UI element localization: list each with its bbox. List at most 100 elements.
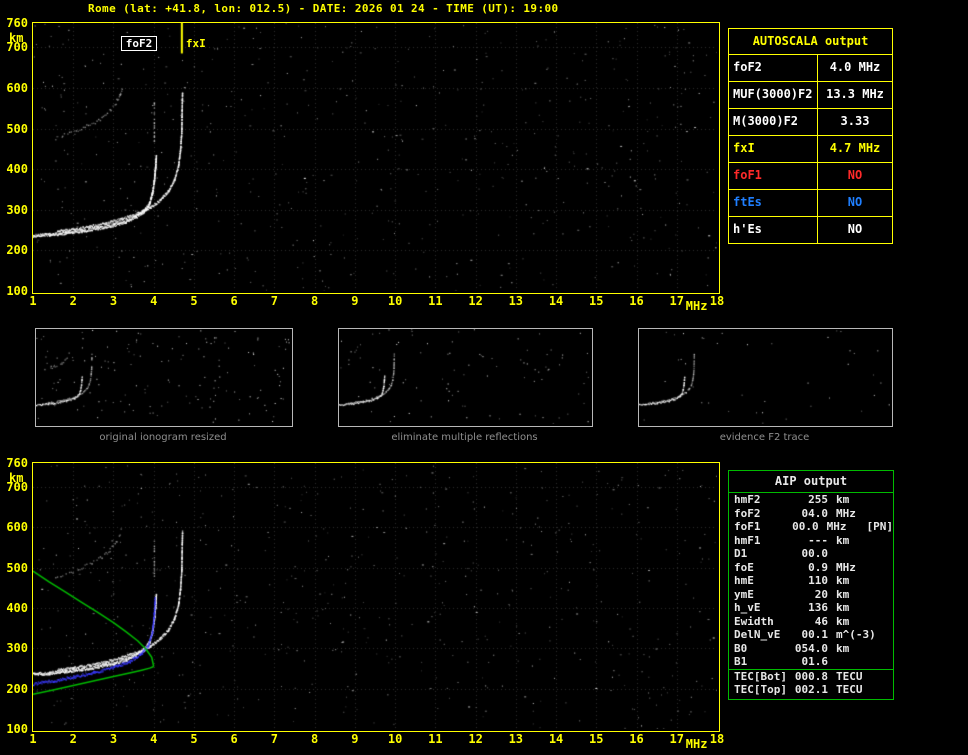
bottom-ionogram-x-tick-label: 3 [109,732,118,746]
aip-unit-cell: m^(-3) [836,628,876,641]
aip-extra-cell [878,683,893,697]
aip-param-cell: D1 [734,547,748,560]
aip-value-cell: 01.6 [801,655,829,668]
aip-unit-cell: km [836,493,850,506]
autoscala-table-row: ftEs NO [729,190,892,217]
aip-param-cell: foF1 [734,520,761,533]
autoscala-value-cell: 3.33 [840,114,870,128]
top-ionogram-x-tick-label: 8 [311,294,319,308]
aip-value-cell: 04.0 [801,506,829,520]
aip-extra-cell [878,534,893,548]
top-ionogram-x-tick-label: 7 [270,294,279,308]
autoscala-param-cell: M(3000)F2 [729,109,818,135]
autoscala-app-screen: Rome (lat: +41.8, lon: 012.5) - DATE: 20… [0,0,968,755]
autoscala-value-cell: 4.0 MHz [829,60,881,74]
aip-value-cell: 00.1 [801,628,829,641]
top-ionogram-y-tick-label: 500 [6,121,28,136]
bottom-ionogram-x-tick-label: 4 [150,732,158,746]
aip-param-cell: hmF2 [734,493,761,506]
bottom-ionogram-x-tick-label: 11 [428,732,443,746]
bottom-ionogram-x-tick-label: 13 [508,732,524,746]
aip-value-cell: 136 [808,601,828,614]
autoscala-param-cell: fxI [729,136,818,162]
aip-unit-cell: TECU [836,683,863,696]
page-title: Rome (lat: +41.8, lon: 012.5) - DATE: 20… [88,2,559,15]
bottom-ionogram-panel [32,462,720,732]
aip-value-cell: 20 [814,587,828,601]
aip-param-cell: TEC[Top] [734,683,787,696]
autoscala-value-cell: NO [847,168,863,182]
aip-unit-cell: MHz [836,506,856,520]
aip-value-cell: 000.8 [794,669,828,683]
aip-extra-cell [878,655,893,669]
autoscala-value-cell: NO [847,222,863,236]
aip-unit-cell [828,547,878,561]
aip-unit-cell: km [836,587,850,601]
aip-param-cell: Ewidth [734,614,774,628]
bottom-ionogram-x-tick-label: 9 [351,732,359,746]
thumbnail-caption-2: eliminate multiple reflections [391,432,538,443]
bottom-ionogram-y-tick-label: 760 [6,456,28,470]
aip-unit-cell: km [836,533,850,547]
aip-param-cell: ymE [734,587,754,601]
aip-value-cell: 46 [814,614,828,628]
bottom-ionogram-x-axis-unit: MHz [685,737,708,751]
thumbnail-canvas-2 [339,329,590,424]
aip-table-row: B1 01.6 [729,655,893,669]
bottom-ionogram-y-tick-label: 600 [6,520,28,535]
autoscala-param-cell: MUF(3000)F2 [729,82,818,108]
bottom-ionogram-x-tick-label: 17 [669,732,684,746]
aip-table-row: hmF2 255 km [729,493,893,507]
aip-value-cell: 00.0 [792,520,819,533]
aip-table-row: foF1 00.0 MHz [PN] [729,520,893,534]
aip-table-row: hmE 110 km [729,574,893,588]
bottom-ionogram-x-tick-label: 8 [311,732,319,746]
top-ionogram-x-tick-label: 1 [29,294,37,308]
autoscala-table-header: AUTOSCALA output [729,29,892,55]
aip-table-row: foF2 04.0 MHz [729,507,893,521]
autoscala-output-table: AUTOSCALA output foF2 4.0 MHz MUF(3000)F2 1… [728,28,893,244]
autoscala-table-row: foF2 4.0 MHz [729,55,892,82]
top-ionogram-x-tick-label: 12 [468,294,483,308]
aip-unit-cell [828,655,878,669]
top-ionogram-y-tick-label: 400 [6,162,28,177]
top-ionogram-x-tick-label: 11 [428,294,443,308]
aip-value-cell: 0.9 [808,560,828,574]
bottom-ionogram-y-tick-label: 200 [6,681,28,696]
top-ionogram-y-tick-label: 200 [6,243,28,258]
autoscala-param-cell: foF2 [729,55,818,81]
top-ionogram-x-tick-label: 10 [387,294,403,308]
top-ionogram-panel [32,22,720,294]
aip-table-row: D1 00.0 [729,547,893,561]
bottom-ionogram-x-tick-label: 18 [709,732,725,746]
aip-param-cell: foE [734,560,754,574]
thumbnail-canvas-3 [639,329,890,424]
autoscala-param-cell: ftEs [729,190,818,216]
thumbnail-panel-2 [338,328,593,427]
aip-value-cell: 110 [808,574,828,587]
aip-unit-cell: MHz [836,560,856,574]
top-ionogram-x-tick-label: 17 [669,294,684,308]
aip-extra-cell [878,670,893,684]
aip-extra-cell [878,574,893,588]
aip-table-header: AIP output [729,471,893,493]
top-ionogram-x-tick-label: 16 [629,294,644,308]
top-ionogram-y-tick-label: 760 [6,16,28,30]
aip-table-row: B0 054.0 km [729,642,893,656]
aip-extra-cell [878,615,893,629]
aip-extra-cell [878,507,893,521]
top-ionogram-y-axis-unit: km [9,31,24,45]
fxI-marker-label: fxI [185,37,206,50]
bottom-ionogram-x-tick-label: 12 [468,732,483,746]
aip-param-cell: foF2 [734,506,761,520]
autoscala-param-cell: foF1 [729,163,818,189]
aip-unit-cell: km [836,641,850,655]
top-ionogram-x-tick-label: 6 [230,294,238,308]
bottom-ionogram-x-tick-label: 2 [69,732,77,746]
foF2-marker-label: foF2 [120,36,158,51]
thumbnail-canvas-1 [36,329,290,424]
aip-extra-cell: [PN] [866,520,894,533]
top-ionogram-y-tick-label: 300 [6,202,28,217]
bottom-ionogram-x-tick-label: 7 [270,732,279,746]
aip-table-row: ymE 20 km [729,588,893,602]
